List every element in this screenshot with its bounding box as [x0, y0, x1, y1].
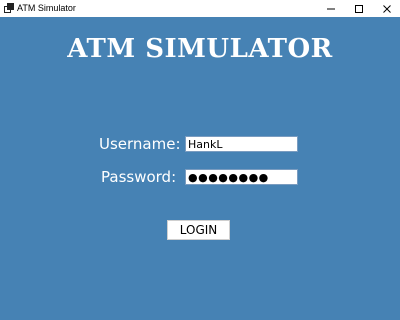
close-button[interactable]	[374, 0, 400, 17]
close-icon	[383, 4, 391, 13]
login-panel: ATM SIMULATOR Username: Password: LOGIN	[0, 17, 400, 320]
maximize-button[interactable]	[346, 0, 372, 17]
username-label: Username:	[99, 135, 181, 153]
minimize-button[interactable]	[318, 0, 344, 17]
app-heading: ATM SIMULATOR	[67, 34, 333, 64]
username-field[interactable]	[185, 136, 298, 152]
password-field[interactable]	[185, 169, 298, 185]
window-title: ATM Simulator	[17, 3, 76, 13]
maximize-icon	[355, 4, 363, 13]
login-button[interactable]: LOGIN	[167, 220, 230, 240]
title-bar[interactable]: ATM Simulator	[0, 0, 400, 17]
app-window: ATM Simulator ATM SIMULATOR Username: Pa…	[0, 0, 400, 320]
password-label: Password:	[101, 168, 177, 186]
app-icon	[4, 3, 14, 13]
minimize-icon	[327, 8, 335, 9]
